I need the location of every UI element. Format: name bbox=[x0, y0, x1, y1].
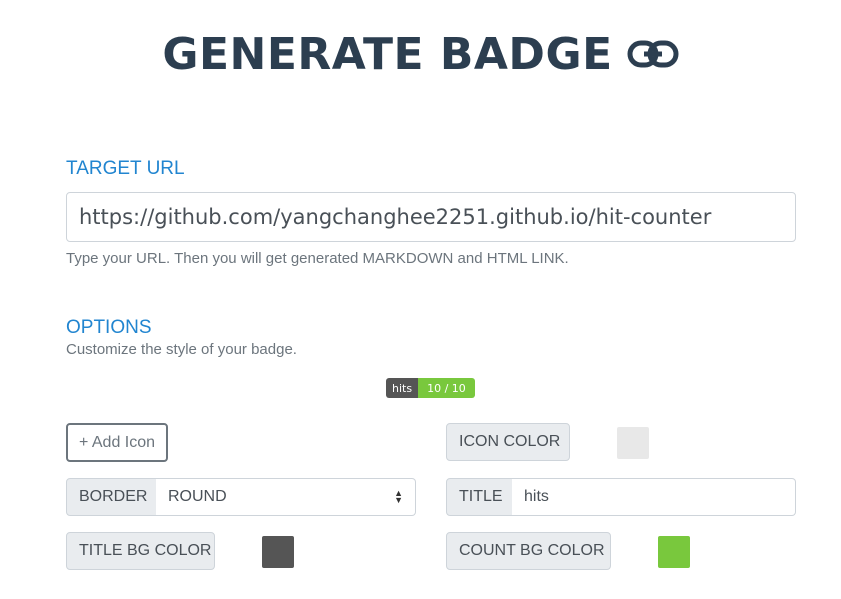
target-url-help: Type your URL. Then you will get generat… bbox=[66, 250, 569, 267]
icon-color-swatch[interactable] bbox=[617, 427, 649, 459]
add-icon-button[interactable]: + Add Icon bbox=[66, 423, 168, 462]
page-title: GENERATE BADGE bbox=[162, 28, 613, 80]
options-label: OPTIONS bbox=[66, 317, 152, 338]
title-label: TITLE bbox=[446, 478, 513, 516]
select-arrows-icon: ▲ ▼ bbox=[394, 488, 403, 505]
title-bg-color-label: TITLE BG COLOR bbox=[66, 532, 215, 570]
icon-color-label: ICON COLOR bbox=[446, 423, 570, 461]
page-header: GENERATE BADGE bbox=[0, 26, 841, 82]
count-bg-color-label: COUNT BG COLOR bbox=[446, 532, 611, 570]
badge-preview: hits 10 / 10 bbox=[386, 378, 475, 398]
badge-count: 10 / 10 bbox=[418, 378, 475, 398]
border-select[interactable]: ROUND ▲ ▼ bbox=[156, 478, 416, 516]
target-url-input[interactable] bbox=[66, 192, 796, 242]
title-bg-color-swatch[interactable] bbox=[262, 536, 294, 568]
options-help: Customize the style of your badge. bbox=[66, 341, 297, 358]
title-input[interactable] bbox=[512, 478, 796, 516]
target-url-label: TARGET URL bbox=[66, 158, 185, 179]
link-icon bbox=[627, 40, 679, 68]
count-bg-color-swatch[interactable] bbox=[658, 536, 690, 568]
badge-title: hits bbox=[386, 378, 419, 398]
border-label: BORDER bbox=[66, 478, 157, 516]
border-select-value: ROUND bbox=[168, 488, 227, 505]
